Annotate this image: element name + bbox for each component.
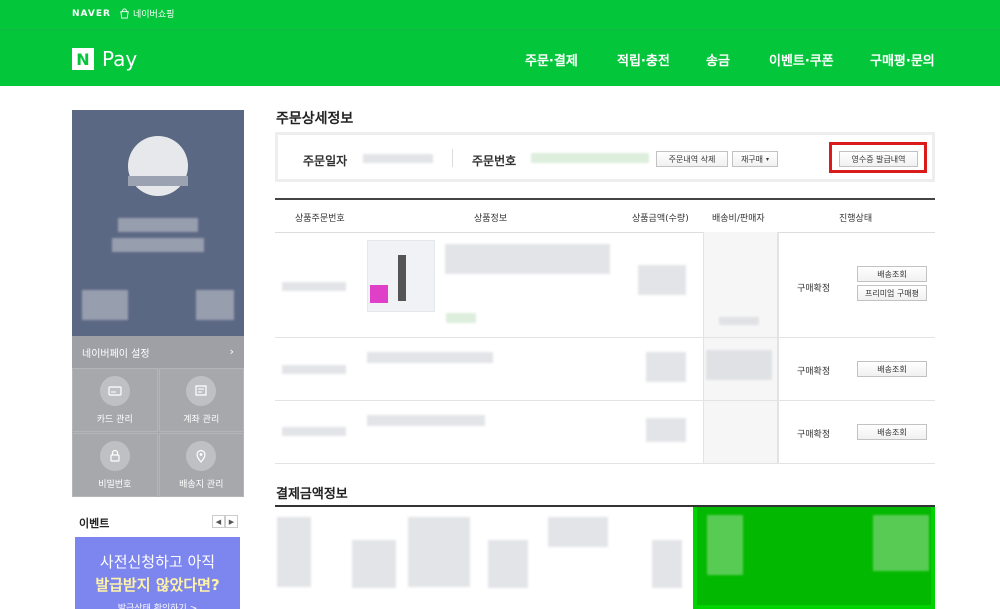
seller-blur-2 bbox=[706, 350, 772, 380]
header-product-info: 상품정보 bbox=[474, 214, 508, 224]
total-value-blur bbox=[873, 515, 929, 571]
thumb-color bbox=[370, 285, 388, 303]
banner-line1: 사전신청하고 아직 bbox=[99, 553, 216, 571]
order-date-label: 주문일자 bbox=[303, 154, 348, 168]
menu-password[interactable]: 비밀번호 bbox=[72, 433, 158, 497]
payment-blur-6 bbox=[652, 540, 682, 588]
menu-password-label: 비밀번호 bbox=[98, 479, 132, 490]
naver-shopping-link[interactable]: 네이버쇼핑 bbox=[119, 7, 174, 20]
nav-remittance[interactable]: 송금 bbox=[706, 50, 730, 69]
shipping-seller-column bbox=[703, 232, 778, 464]
location-pin-icon bbox=[186, 440, 217, 471]
row2-order-no-blur bbox=[282, 365, 346, 374]
menu-address-manage[interactable]: 배송지 관리 bbox=[158, 433, 244, 497]
row1-product-tag-blur bbox=[446, 313, 476, 323]
order-number-label: 주문번호 bbox=[472, 154, 517, 168]
shopping-bag-icon bbox=[120, 8, 129, 19]
profile-name-blur bbox=[118, 218, 198, 232]
payment-title: 결제금액정보 bbox=[276, 487, 348, 502]
naver-shopping-label: 네이버쇼핑 bbox=[133, 10, 175, 20]
nav-order-payment[interactable]: 주문·결제 bbox=[525, 50, 578, 69]
payment-blur-5 bbox=[548, 517, 608, 547]
order-box-divider bbox=[452, 149, 453, 167]
event-section-title: 이벤트 bbox=[79, 517, 110, 530]
status-col-divider bbox=[778, 232, 779, 464]
product-thumbnail[interactable] bbox=[367, 240, 435, 312]
event-banner[interactable]: 사전신청하고 아직 발급받지 않았다면? 발급상태 확인하기 > bbox=[75, 537, 240, 609]
banner-line2: 발급받지 않았다면? bbox=[95, 576, 220, 594]
row3-order-no-blur bbox=[282, 427, 346, 436]
payment-blur-2 bbox=[352, 540, 396, 588]
row2-product-name-blur bbox=[367, 352, 493, 363]
menu-account-manage[interactable]: 계좌 관리 bbox=[158, 368, 244, 432]
seller-blur-1 bbox=[719, 317, 759, 325]
row-divider-2 bbox=[275, 400, 935, 401]
row1-premium-review-button[interactable]: 프리미엄 구매평 bbox=[857, 285, 927, 301]
event-next-button[interactable]: ▶ bbox=[225, 515, 238, 528]
settings-label: 네이버페이 설정 bbox=[82, 348, 150, 360]
payment-blur-1 bbox=[277, 517, 311, 587]
reorder-label: 재구매 bbox=[740, 154, 764, 164]
nav-review-inquiry[interactable]: 구매평·문의 bbox=[870, 50, 935, 69]
profile-value-blur bbox=[196, 290, 234, 320]
header-shipping-seller: 배송비/판매자 bbox=[712, 214, 765, 224]
order-number-value-blur bbox=[531, 153, 649, 163]
header-product-order-no: 상품주문번호 bbox=[295, 214, 345, 224]
naver-logo[interactable]: NAVER bbox=[72, 9, 111, 19]
chevron-down-icon: ▾ bbox=[766, 155, 770, 163]
lock-icon bbox=[99, 440, 130, 471]
row2-price-blur bbox=[646, 352, 686, 382]
profile-id-blur bbox=[112, 238, 204, 252]
row3-tracking-button[interactable]: 배송조회 bbox=[857, 424, 927, 440]
global-nav: 주문·결제 적립·충전 송금 이벤트·쿠폰 구매평·문의 bbox=[0, 50, 1000, 70]
reorder-button[interactable]: 재구매 ▾ bbox=[732, 151, 778, 167]
nav-event-coupon[interactable]: 이벤트·쿠폰 bbox=[769, 50, 834, 69]
npay-settings-link[interactable]: 네이버페이 설정 › bbox=[72, 336, 244, 368]
row3-product-name-blur bbox=[367, 415, 485, 426]
payment-total-panel bbox=[693, 507, 935, 609]
thumb-shape bbox=[398, 255, 406, 301]
row2-tracking-button[interactable]: 배송조회 bbox=[857, 361, 927, 377]
account-menu-grid: 카드 관리 계좌 관리 비밀번호 배송지 관리 bbox=[72, 368, 244, 497]
top-bar: NAVER 네이버쇼핑 bbox=[0, 0, 1000, 29]
row1-product-name-blur bbox=[445, 244, 610, 274]
order-date-value-blur bbox=[363, 154, 433, 163]
row1-status: 구매확정 bbox=[797, 284, 831, 294]
payment-blur-4 bbox=[488, 540, 528, 588]
avatar-blur-band bbox=[128, 176, 188, 186]
row3-price-blur bbox=[646, 418, 686, 442]
avatar bbox=[128, 136, 188, 196]
card-icon bbox=[99, 375, 130, 406]
menu-card-manage[interactable]: 카드 관리 bbox=[72, 368, 158, 432]
payment-blur-3 bbox=[408, 517, 470, 587]
header-status: 진행상태 bbox=[839, 214, 873, 224]
row1-tracking-button[interactable]: 배송조회 bbox=[857, 266, 927, 282]
row1-price-blur bbox=[638, 265, 686, 295]
row1-order-no-blur bbox=[282, 282, 346, 291]
row2-status: 구매확정 bbox=[797, 367, 831, 377]
account-book-icon bbox=[186, 375, 217, 406]
menu-account-label: 계좌 관리 bbox=[183, 414, 220, 425]
banner-link[interactable]: 발급상태 확인하기 > bbox=[75, 601, 240, 609]
order-items-table: 상품주문번호 상품정보 상품금액(수량) 배송비/판매자 진행상태 bbox=[275, 198, 935, 233]
chevron-right-icon: › bbox=[229, 345, 234, 358]
table-header: 상품주문번호 상품정보 상품금액(수량) 배송비/판매자 진행상태 bbox=[275, 200, 935, 233]
delete-order-button[interactable]: 주문내역 삭제 bbox=[656, 151, 728, 167]
profile-card bbox=[72, 110, 244, 336]
row-divider-1 bbox=[275, 337, 935, 338]
row3-status: 구매확정 bbox=[797, 430, 831, 440]
menu-address-label: 배송지 관리 bbox=[179, 479, 224, 490]
total-label-blur bbox=[707, 515, 743, 575]
event-prev-button[interactable]: ◀ bbox=[212, 515, 225, 528]
receipt-button-highlight bbox=[829, 142, 927, 173]
menu-card-label: 카드 관리 bbox=[96, 414, 133, 425]
profile-point-blur bbox=[82, 290, 128, 320]
event-pager: ◀ ▶ bbox=[212, 515, 238, 528]
npay-header: N Pay 주문·결제 적립·충전 송금 이벤트·쿠폰 구매평·문의 bbox=[0, 29, 1000, 86]
nav-points-charge[interactable]: 적립·충전 bbox=[617, 50, 670, 69]
header-product-price: 상품금액(수량) bbox=[632, 214, 689, 224]
order-detail-title: 주문상세정보 bbox=[276, 111, 354, 127]
row-divider-3 bbox=[275, 463, 935, 464]
